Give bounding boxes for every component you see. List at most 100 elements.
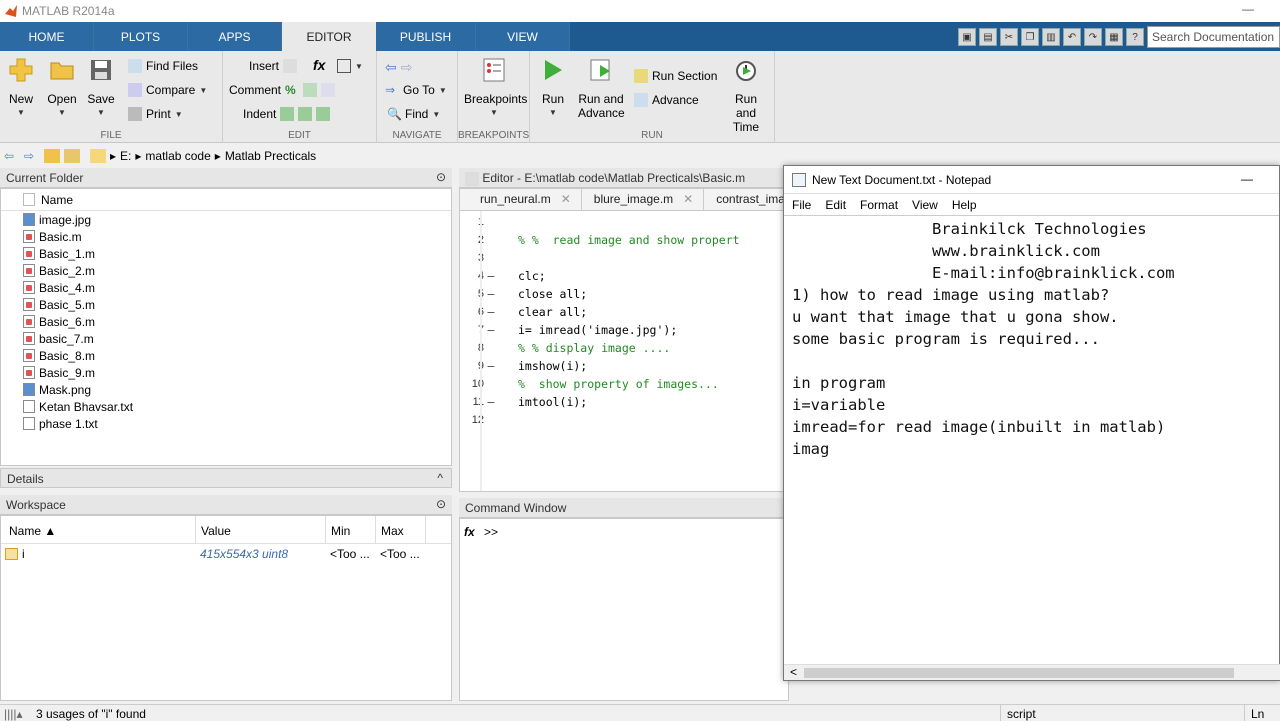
breakpoint-marker[interactable]: –: [484, 359, 498, 373]
fx-button[interactable]: fx: [313, 57, 325, 73]
open-button[interactable]: Open ▼: [46, 57, 78, 120]
col-max[interactable]: Max: [381, 524, 404, 538]
menu-help[interactable]: Help: [952, 198, 977, 212]
editor-tab[interactable]: blure_image.m ✕: [582, 189, 705, 210]
file-item[interactable]: Ketan Bhavsar.txt: [1, 398, 451, 415]
find-button[interactable]: 🔍 Find ▼: [387, 107, 440, 121]
breakpoint-marker[interactable]: –: [484, 395, 498, 409]
minimize-button[interactable]: —: [1241, 172, 1253, 186]
forward-icon[interactable]: ⇨: [24, 149, 40, 163]
arrow-left-icon[interactable]: ⇦: [385, 59, 397, 76]
panel-menu-icon[interactable]: ⊙: [436, 497, 446, 511]
file-item[interactable]: phase 1.txt: [1, 415, 451, 432]
code-line[interactable]: 4–clc;: [460, 267, 788, 285]
compare-button[interactable]: Compare ▼: [128, 83, 207, 97]
close-icon[interactable]: ✕: [683, 192, 693, 210]
code-line[interactable]: 7–i= imread('image.jpg');: [460, 321, 788, 339]
file-item[interactable]: Basic_8.m: [1, 347, 451, 364]
scroll-thumb[interactable]: [804, 668, 1234, 678]
find-files-button[interactable]: Find Files: [128, 59, 198, 73]
redo-icon[interactable]: ↷: [1084, 28, 1102, 46]
advance-button[interactable]: Advance: [634, 93, 699, 107]
code-line[interactable]: 11– imtool(i);: [460, 393, 788, 411]
minimize-button[interactable]: —: [1242, 2, 1254, 16]
help-icon[interactable]: ?: [1126, 28, 1144, 46]
menu-format[interactable]: Format: [860, 198, 898, 212]
code-line[interactable]: 9–imshow(i);: [460, 357, 788, 375]
breadcrumb-drive[interactable]: E:: [120, 149, 131, 163]
run-button[interactable]: Run ▼: [538, 57, 568, 120]
new-button[interactable]: New ▼: [6, 57, 36, 120]
breakpoint-marker[interactable]: –: [484, 323, 498, 337]
run-section-button[interactable]: Run Section: [634, 69, 717, 83]
panel-menu-icon[interactable]: ⊙: [436, 170, 446, 184]
menu-edit[interactable]: Edit: [825, 198, 846, 212]
breadcrumb-folder1[interactable]: matlab code: [145, 149, 210, 163]
shortcut-icon[interactable]: ▣: [958, 28, 976, 46]
breakpoints-button[interactable]: Breakpoints ▼: [464, 57, 527, 120]
paste-icon[interactable]: ▥: [1042, 28, 1060, 46]
col-value[interactable]: Value: [201, 524, 231, 538]
run-and-time-button[interactable]: Run and Time: [724, 57, 768, 134]
comment-button[interactable]: Comment%: [229, 83, 336, 97]
code-area[interactable]: 12% % read image and show propert34–clc;…: [460, 211, 788, 491]
cut-icon[interactable]: ✂: [1000, 28, 1018, 46]
tab-editor[interactable]: EDITOR: [282, 22, 376, 51]
code-line[interactable]: 8% % display image ....: [460, 339, 788, 357]
undo-icon[interactable]: ↶: [1063, 28, 1081, 46]
code-line[interactable]: 2% % read image and show propert: [460, 231, 788, 249]
save-icon[interactable]: ▤: [979, 28, 997, 46]
search-documentation-input[interactable]: Search Documentation: [1147, 26, 1280, 48]
breadcrumb-folder2[interactable]: Matlab Precticals: [225, 149, 316, 163]
save-button[interactable]: Save ▼: [86, 57, 116, 120]
menu-view[interactable]: View: [912, 198, 938, 212]
col-min[interactable]: Min: [331, 524, 350, 538]
tab-publish[interactable]: PUBLISH: [376, 22, 476, 51]
file-item[interactable]: Mask.png: [1, 381, 451, 398]
notepad-text-area[interactable]: Brainkilck Technologies www.brainklick.c…: [784, 216, 1279, 664]
function-dropdown[interactable]: ▼: [337, 59, 363, 73]
col-name[interactable]: Name ▲: [9, 524, 56, 538]
workspace-row[interactable]: i 415x554x3 uint8 <Too ... <Too ...: [1, 544, 451, 564]
insert-button[interactable]: Insert: [249, 59, 298, 73]
goto-button[interactable]: ⇒ Go To ▼: [385, 83, 447, 97]
code-line[interactable]: 3: [460, 249, 788, 267]
indent-button[interactable]: Indent: [243, 107, 331, 121]
run-and-advance-button[interactable]: Run and Advance: [578, 57, 625, 120]
editor-tab[interactable]: run_neural.m ✕: [460, 189, 582, 210]
file-item[interactable]: Basic_2.m: [1, 262, 451, 279]
breakpoint-marker[interactable]: –: [484, 305, 498, 319]
command-window-panel[interactable]: fx >>: [459, 518, 789, 701]
print-button[interactable]: Print ▼: [128, 107, 183, 121]
breakpoint-marker[interactable]: –: [484, 269, 498, 283]
file-item[interactable]: Basic_1.m: [1, 245, 451, 262]
close-icon[interactable]: ✕: [561, 192, 571, 210]
back-forward-buttons[interactable]: ⇦ ⇨: [385, 59, 412, 76]
arrow-right-icon[interactable]: ⇨: [401, 59, 413, 76]
file-item[interactable]: Basic_4.m: [1, 279, 451, 296]
tab-view[interactable]: VIEW: [476, 22, 570, 51]
scroll-left-arrow[interactable]: <: [790, 665, 797, 679]
horizontal-scrollbar[interactable]: <: [784, 664, 1280, 680]
menu-file[interactable]: File: [792, 198, 811, 212]
file-item[interactable]: Basic_5.m: [1, 296, 451, 313]
file-item[interactable]: image.jpg: [1, 211, 451, 228]
breakpoint-marker[interactable]: –: [484, 287, 498, 301]
fx-icon[interactable]: fx: [464, 525, 475, 539]
code-line[interactable]: 12: [460, 411, 788, 429]
back-icon[interactable]: ⇦: [4, 149, 20, 163]
command-prompt[interactable]: >>: [484, 525, 498, 539]
up-folder-icon[interactable]: [44, 149, 60, 163]
browse-folder-icon[interactable]: [64, 149, 80, 163]
code-line[interactable]: 1: [460, 213, 788, 231]
tab-plots[interactable]: PLOTS: [94, 22, 188, 51]
code-line[interactable]: 6–clear all;: [460, 303, 788, 321]
file-item[interactable]: basic_7.m: [1, 330, 451, 347]
chevron-up-icon[interactable]: ^: [437, 471, 443, 485]
code-line[interactable]: 5–close all;: [460, 285, 788, 303]
tab-apps[interactable]: APPS: [188, 22, 282, 51]
file-item[interactable]: Basic.m: [1, 228, 451, 245]
details-header[interactable]: Details ^: [0, 468, 452, 488]
file-list-header[interactable]: Name: [1, 189, 451, 211]
file-item[interactable]: Basic_6.m: [1, 313, 451, 330]
